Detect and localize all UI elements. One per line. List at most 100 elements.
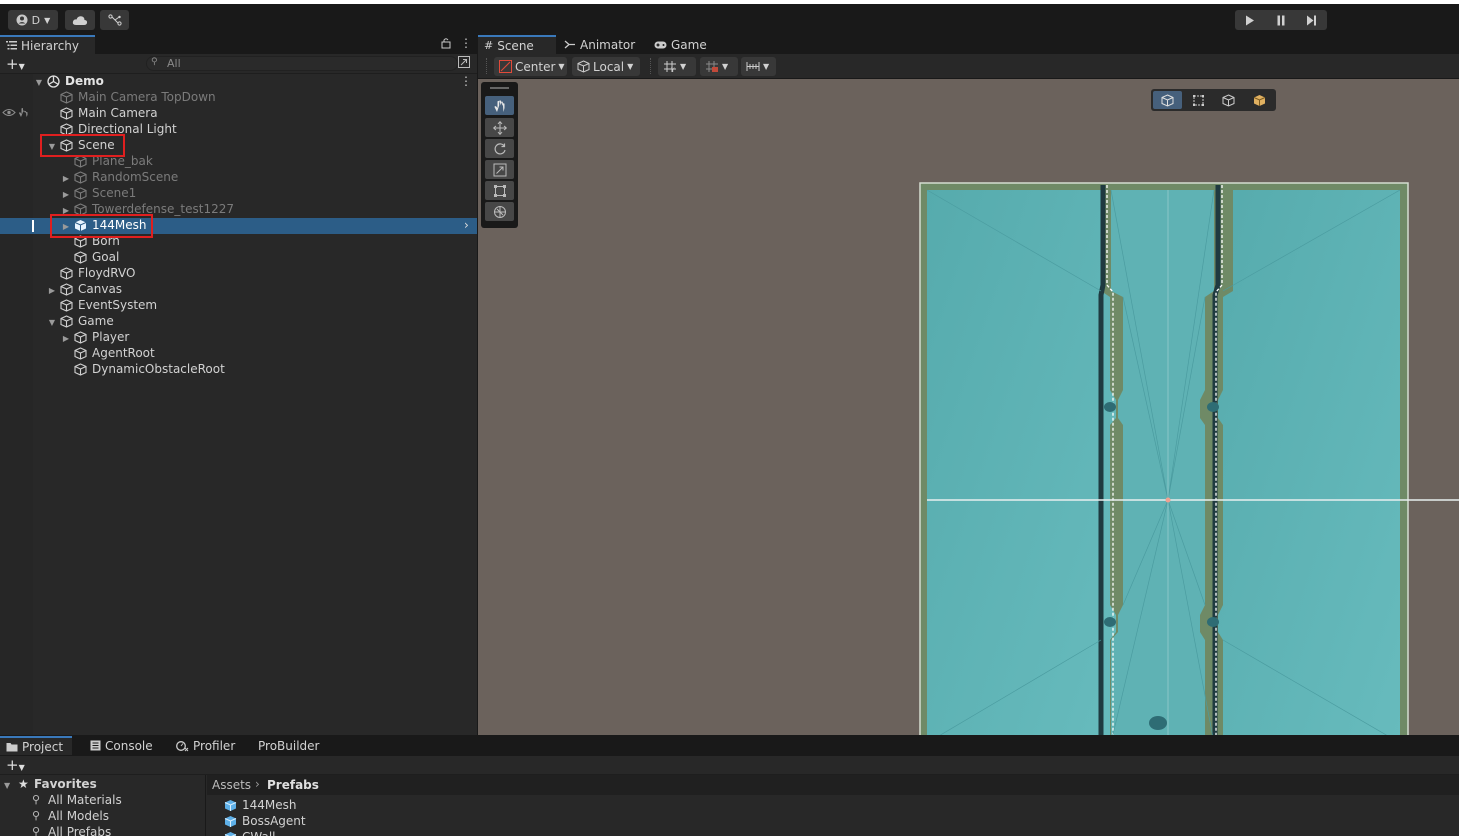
chevron-down-icon: ▼ xyxy=(763,62,770,71)
asset-item[interactable]: 144Mesh xyxy=(207,798,507,814)
cloud-button[interactable] xyxy=(65,10,95,30)
wire-cube-icon xyxy=(1222,93,1235,107)
unity-scene-icon xyxy=(47,75,60,88)
hierarchy-item[interactable]: EventSystem xyxy=(0,298,477,314)
expand-arrow-icon[interactable]: ▼ xyxy=(34,77,44,87)
expand-arrow-icon[interactable]: ▼ xyxy=(47,317,57,327)
asset-item[interactable]: BossAgent xyxy=(207,814,507,830)
more-options-icon[interactable]: ⋮ xyxy=(460,36,472,50)
tab-project[interactable]: Project xyxy=(0,736,72,755)
tab-animator-label: Animator xyxy=(580,37,636,52)
collab-button[interactable] xyxy=(100,10,129,30)
hierarchy-item[interactable]: AgentRoot xyxy=(0,346,477,362)
hierarchy-item[interactable]: Main Camera TopDown xyxy=(0,90,477,106)
breadcrumb-current[interactable]: Prefabs xyxy=(267,778,319,792)
pause-icon xyxy=(1277,15,1285,25)
pivot-mode-dropdown[interactable]: Center ▼ xyxy=(494,57,567,76)
favorites-item-label: All Prefabs xyxy=(48,825,112,836)
tab-profiler[interactable]: Profiler xyxy=(170,736,246,755)
gameobject-icon xyxy=(60,91,73,104)
star-icon: ★ xyxy=(18,777,29,791)
scene-name: Demo xyxy=(65,74,104,88)
view-probuilder-button[interactable] xyxy=(1245,91,1274,109)
hierarchy-item[interactable]: Goal xyxy=(0,250,477,266)
expand-arrow-icon[interactable]: ▶ xyxy=(61,189,71,199)
hierarchy-item[interactable]: ▶ Canvas xyxy=(0,282,477,298)
grid-snap-icon xyxy=(705,60,719,73)
tab-probuilder[interactable]: ProBuilder xyxy=(252,736,326,755)
expand-arrow-icon[interactable]: ▶ xyxy=(61,173,71,183)
expand-arrow-icon[interactable]: ▼ xyxy=(4,781,10,790)
chevron-down-icon: ▼ xyxy=(18,763,25,772)
pause-button[interactable] xyxy=(1266,10,1297,30)
tab-console-label: Console xyxy=(105,738,153,753)
gameobject-icon xyxy=(74,331,87,344)
folder-icon xyxy=(6,742,18,752)
main-toolbar: D ▼ xyxy=(0,0,1459,35)
probuilder-cube-icon xyxy=(1253,94,1266,106)
asset-item-label: 144Mesh xyxy=(242,798,297,812)
hierarchy-toolbar: +▼ ⚲ All xyxy=(0,54,477,74)
favorites-item[interactable]: ⚲ All Prefabs xyxy=(0,825,206,836)
account-button[interactable]: D ▼ xyxy=(8,10,58,30)
breadcrumb: Assets › Prefabs xyxy=(207,775,1459,795)
gameobject-icon xyxy=(60,267,73,280)
toolbar-grip xyxy=(486,58,488,74)
tab-scene[interactable]: # Scene xyxy=(478,35,556,54)
cube-icon xyxy=(1161,93,1174,107)
hierarchy-item[interactable]: ▶ RandomScene xyxy=(0,170,477,186)
rect-tool-button[interactable] xyxy=(485,181,514,200)
console-icon xyxy=(90,740,101,751)
animator-icon xyxy=(564,40,576,49)
increment-snap-dropdown[interactable]: ▼ xyxy=(741,57,776,76)
tab-animator[interactable]: Animator xyxy=(558,35,644,54)
hierarchy-item[interactable]: DynamicObstacleRoot xyxy=(0,362,477,378)
view-tool-button[interactable] xyxy=(485,96,514,115)
pickable-hand-icon[interactable] xyxy=(18,107,29,118)
pivot-space-dropdown[interactable]: Local ▼ xyxy=(572,57,640,76)
favorites-item[interactable]: ⚲ All Models xyxy=(0,809,206,825)
breadcrumb-root[interactable]: Assets xyxy=(212,778,251,792)
gameobject-icon xyxy=(60,283,73,296)
step-button[interactable] xyxy=(1296,10,1327,30)
project-create-button[interactable]: +▼ xyxy=(6,756,25,774)
chevron-down-icon: ▼ xyxy=(722,62,729,71)
scale-tool-button[interactable] xyxy=(485,160,514,179)
create-button[interactable]: +▼ xyxy=(6,55,25,73)
search-placeholder: All xyxy=(167,57,181,70)
text-cursor xyxy=(32,220,34,232)
gameobject-icon xyxy=(74,171,87,184)
search-input[interactable]: ⚲ All xyxy=(146,56,458,71)
scene-visibility-icon[interactable] xyxy=(458,56,470,68)
grid-visibility-dropdown[interactable]: Y ▼ xyxy=(658,57,696,76)
favorites-item[interactable]: ⚲ All Materials xyxy=(0,793,206,809)
hierarchy-item[interactable]: ▶ Player xyxy=(0,330,477,346)
lock-icon[interactable] xyxy=(441,37,451,49)
scene-root-row[interactable]: ▼ Demo ⋮ xyxy=(0,74,477,90)
hierarchy-item[interactable]: ▶ Scene1 xyxy=(0,186,477,202)
scene-menu-icon[interactable]: ⋮ xyxy=(460,74,472,88)
grid-snapping-dropdown[interactable]: ▼ xyxy=(700,57,738,76)
grid-toggle-icon: Y xyxy=(663,60,677,73)
tab-console[interactable]: Console xyxy=(84,736,160,755)
rotate-tool-button[interactable] xyxy=(485,139,514,158)
view-wire-button[interactable] xyxy=(1215,91,1244,109)
hierarchy-item[interactable]: ▼ Game xyxy=(0,314,477,330)
hierarchy-item-label: FloydRVO xyxy=(78,266,136,280)
list-icon xyxy=(6,41,17,50)
tab-hierarchy[interactable]: Hierarchy xyxy=(0,35,95,54)
highlight-box-144mesh xyxy=(50,214,153,238)
play-button[interactable] xyxy=(1235,10,1266,30)
prefab-open-icon[interactable]: › xyxy=(464,218,469,232)
visibility-eye-icon[interactable] xyxy=(2,108,16,117)
hierarchy-item[interactable]: FloydRVO xyxy=(0,266,477,282)
hierarchy-item[interactable]: Main Camera xyxy=(0,106,477,122)
expand-arrow-icon[interactable]: ▶ xyxy=(47,285,57,295)
view-rect-button[interactable] xyxy=(1184,91,1213,109)
transform-tool-button[interactable] xyxy=(485,202,514,221)
view-3d-button[interactable] xyxy=(1153,91,1182,109)
move-tool-button[interactable] xyxy=(485,118,514,137)
tab-game[interactable]: Game xyxy=(648,35,710,54)
asset-item[interactable]: CWall xyxy=(207,830,507,836)
expand-arrow-icon[interactable]: ▶ xyxy=(61,333,71,343)
